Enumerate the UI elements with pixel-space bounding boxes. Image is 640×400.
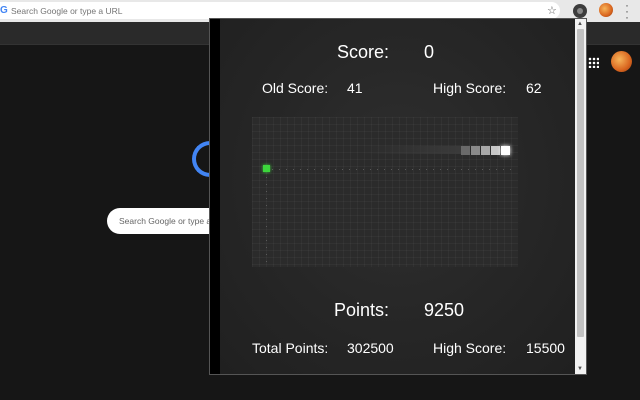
total-points-value: 302500 [347, 340, 394, 356]
grid-dot [335, 169, 336, 170]
omnibox-placeholder: Search Google or type a URL [11, 6, 123, 16]
total-points-label: Total Points: [252, 340, 329, 356]
grid-dot [468, 169, 469, 170]
high-score-label: High Score: [433, 80, 507, 96]
grid-dot [300, 169, 301, 170]
grid-dot [266, 184, 267, 185]
grid-dot [412, 169, 413, 170]
grid-dot [426, 169, 427, 170]
grid-dot [363, 169, 364, 170]
grid-dot [349, 169, 350, 170]
grid-dot [266, 261, 267, 262]
grid-dot [266, 254, 267, 255]
grid-dot [398, 169, 399, 170]
grid-dot [328, 169, 329, 170]
grid-dot [293, 169, 294, 170]
points-label: Points: [334, 300, 390, 320]
high-score-value: 62 [526, 80, 542, 96]
snake-head [501, 146, 510, 155]
grid-dot [342, 169, 343, 170]
points-high-score-value: 15500 [526, 340, 565, 356]
game-board[interactable] [252, 117, 518, 267]
old-score-value: 41 [347, 80, 363, 96]
grid-dot [475, 169, 476, 170]
grid-dot [482, 169, 483, 170]
grid-dot [266, 177, 267, 178]
grid-dot [510, 169, 511, 170]
scroll-thumb[interactable] [577, 29, 584, 337]
snake-segment [481, 146, 490, 155]
grid-dot [496, 169, 497, 170]
grid-dot [266, 198, 267, 199]
menu-icon[interactable]: · · · [625, 0, 629, 23]
grid-dot [447, 169, 448, 170]
snake-segment [471, 146, 480, 155]
popup-scrollbar[interactable]: ▲ ▼ [575, 19, 586, 374]
snake-trail [362, 146, 462, 154]
scroll-down-arrow-icon[interactable]: ▼ [577, 366, 583, 372]
grid-dot [266, 205, 267, 206]
grid-dot [272, 169, 273, 170]
grid-dot [440, 169, 441, 170]
grid-dot [266, 240, 267, 241]
score-value: 0 [424, 42, 435, 62]
snake-segment [461, 146, 470, 155]
grid-dot [321, 169, 322, 170]
grid-dot [279, 169, 280, 170]
grid-dot [391, 169, 392, 170]
grid-dot [266, 226, 267, 227]
grid-dot [384, 169, 385, 170]
snake-segment [491, 146, 500, 155]
grid-dot [286, 169, 287, 170]
extension-icon[interactable] [573, 4, 587, 18]
apps-grid-icon[interactable] [588, 57, 599, 68]
points-high-score-label: High Score: [433, 340, 507, 356]
grid-dot [461, 169, 462, 170]
grid-dot [266, 212, 267, 213]
grid-dot [433, 169, 434, 170]
score-label: Score: [337, 42, 390, 62]
google-g-icon: G [0, 5, 8, 16]
grid-dot [377, 169, 378, 170]
grid-dot [266, 219, 267, 220]
grid-dot [454, 169, 455, 170]
grid-dot [503, 169, 504, 170]
old-score-label: Old Score: [262, 80, 329, 96]
grid-dot [266, 247, 267, 248]
points-value: 9250 [424, 300, 465, 320]
popup-left-strip [210, 19, 220, 374]
grid-dot [314, 169, 315, 170]
grid-dot [370, 169, 371, 170]
grid-dot [307, 169, 308, 170]
omnibox[interactable]: G Search Google or type a URL ☆ [0, 2, 560, 19]
bookmark-star-icon[interactable]: ☆ [547, 4, 557, 17]
grid-dot [405, 169, 406, 170]
ntp-avatar[interactable] [611, 51, 632, 72]
grid-dot [266, 233, 267, 234]
scroll-up-arrow-icon[interactable]: ▲ [577, 21, 583, 27]
grid-dot [419, 169, 420, 170]
grid-dot [266, 191, 267, 192]
grid-dot [356, 169, 357, 170]
food-pellet [263, 165, 270, 172]
profile-avatar[interactable] [599, 3, 613, 17]
grid-dot [489, 169, 490, 170]
